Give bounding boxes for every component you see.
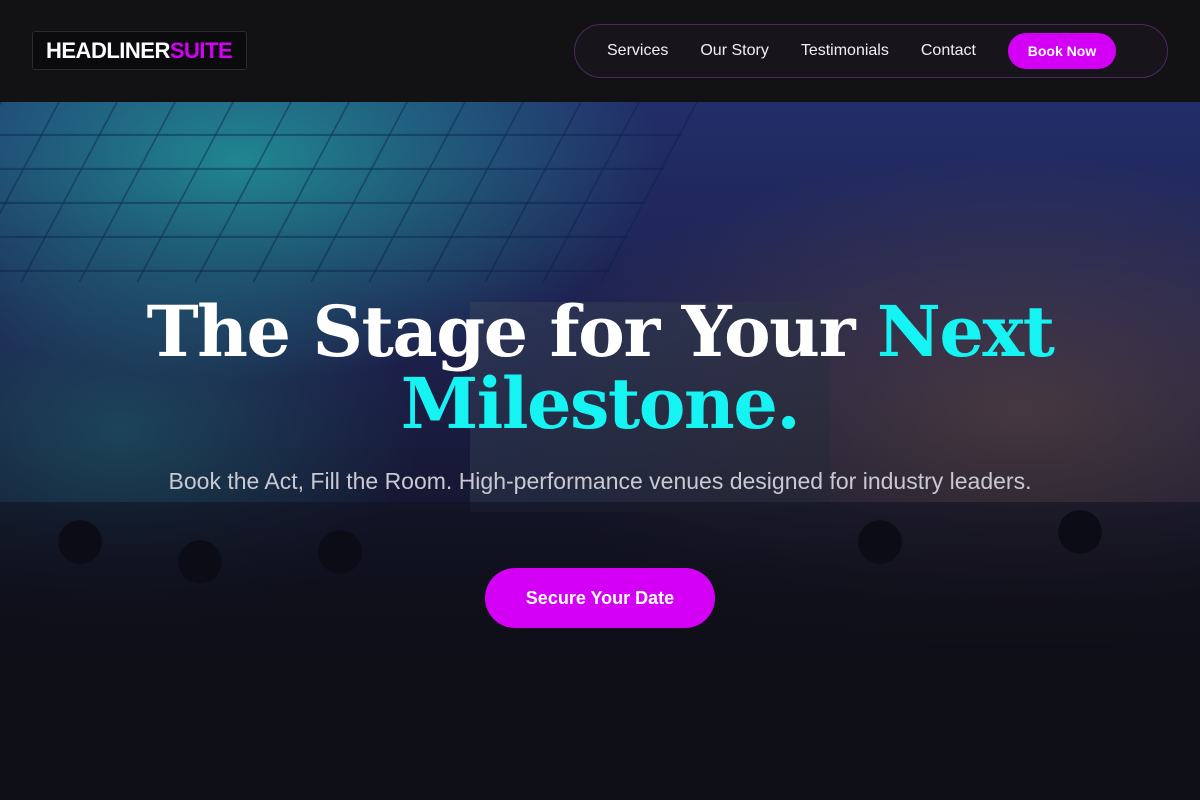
hero-subtitle: Book the Act, Fill the Room. High-perfor… bbox=[168, 468, 1032, 494]
hero-headline: The Stage for Your Next Milestone. bbox=[100, 296, 1100, 440]
logo-text-suite: SUITE bbox=[169, 37, 233, 63]
site-header: HEADLINER SUITE Services Our Story Testim… bbox=[0, 0, 1200, 102]
nav-link-contact[interactable]: Contact bbox=[921, 42, 976, 60]
hero-section bbox=[0, 102, 1200, 800]
headline-accent-milestone: Milestone. bbox=[400, 362, 801, 445]
nav-link-services[interactable]: Services bbox=[607, 42, 668, 60]
nav-link-testimonials[interactable]: Testimonials bbox=[801, 42, 889, 60]
nav-link-our-story[interactable]: Our Story bbox=[700, 42, 768, 60]
secure-your-date-button[interactable]: Secure Your Date bbox=[485, 568, 715, 628]
headline-accent-next: Next bbox=[876, 290, 1055, 373]
logo[interactable]: HEADLINER SUITE bbox=[32, 31, 247, 70]
headline-white-text: The Stage for Your bbox=[146, 290, 877, 373]
book-now-button[interactable]: Book Now bbox=[1008, 33, 1116, 69]
main-nav: Services Our Story Testimonials Contact … bbox=[574, 24, 1168, 78]
logo-text-headliner: HEADLINER bbox=[46, 37, 170, 63]
hero-overlay bbox=[0, 102, 1200, 800]
